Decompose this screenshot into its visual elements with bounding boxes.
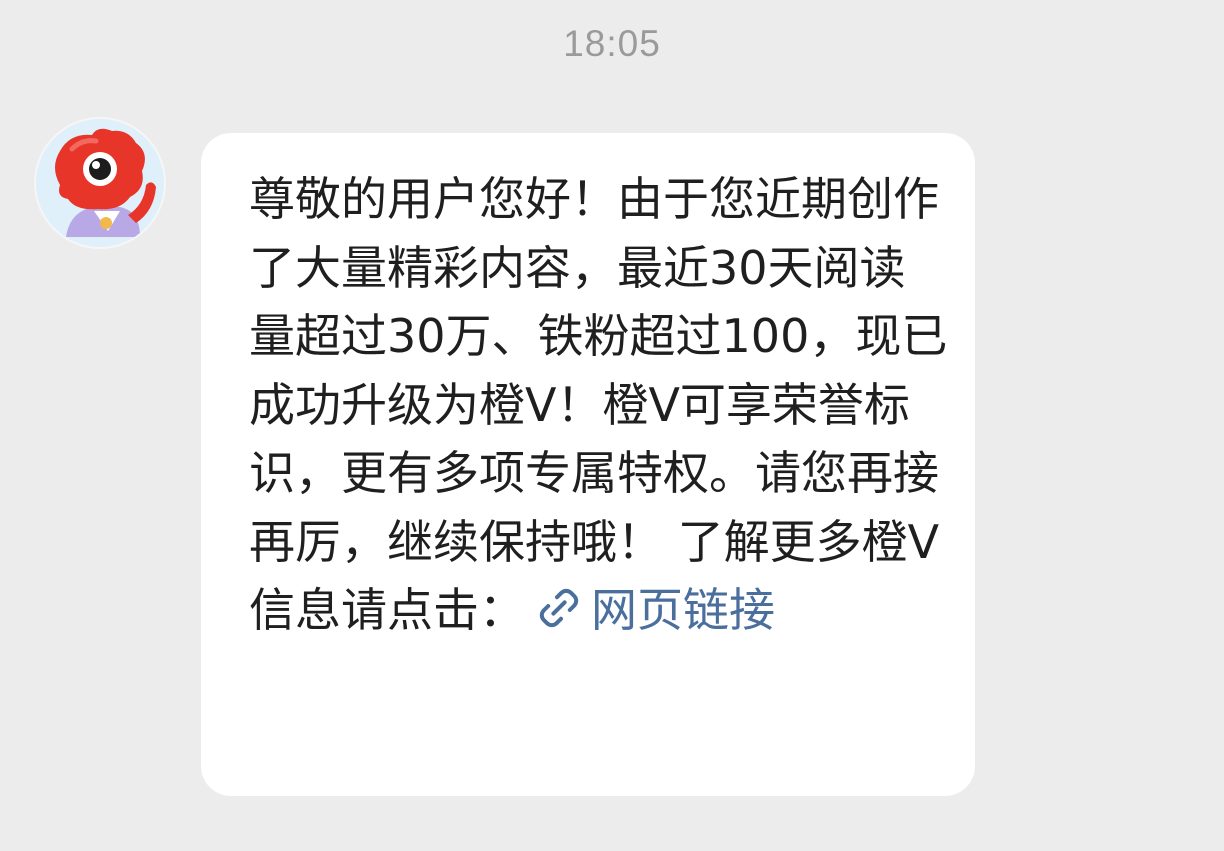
message-bubble[interactable]: 尊敬的用户您好！由于您近期创作了大量精彩内容，最近30天阅读量超过30万、铁粉超… — [201, 133, 975, 796]
mascot-icon — [55, 128, 156, 237]
web-link-label: 网页链接 — [591, 583, 775, 637]
message-timestamp: 18:05 — [563, 23, 661, 64]
message-body: 尊敬的用户您好！由于您近期创作了大量精彩内容，最近30天阅读量超过30万、铁粉超… — [249, 172, 948, 637]
sender-avatar[interactable] — [34, 117, 166, 249]
message-text: 尊敬的用户您好！由于您近期创作了大量精彩内容，最近30天阅读量超过30万、铁粉超… — [249, 165, 949, 645]
link-icon — [539, 588, 579, 628]
web-link[interactable]: 网页链接 — [525, 583, 775, 637]
